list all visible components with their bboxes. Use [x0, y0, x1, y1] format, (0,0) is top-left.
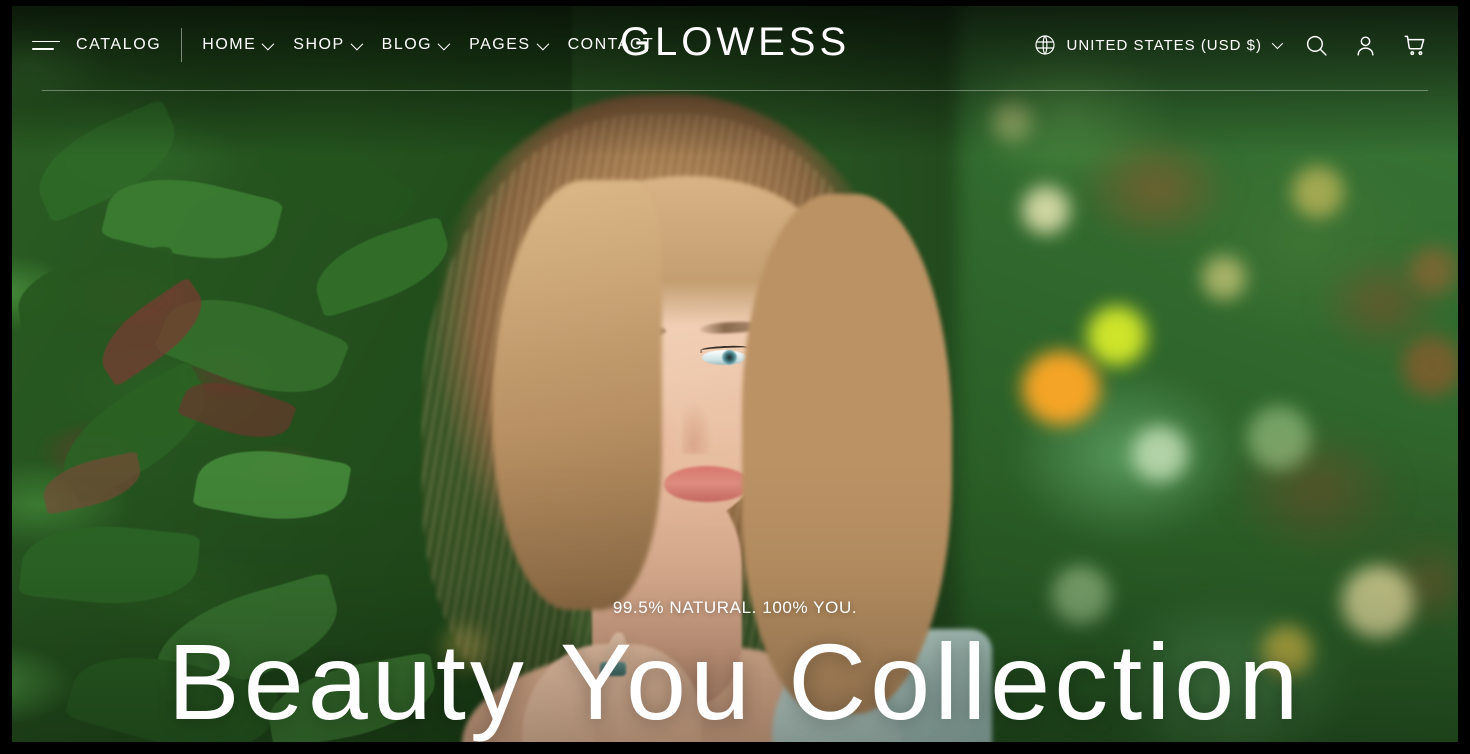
chevron-down-icon [437, 37, 451, 50]
nav-item-blog[interactable]: BLOG [381, 36, 451, 54]
chevron-down-icon [350, 37, 363, 50]
country-selector[interactable]: UNITED STATES (USD $) [1033, 33, 1284, 57]
bokeh-light [1202, 256, 1246, 300]
main-navigation: HOME SHOP BLOG PAGES CONTACT [202, 36, 654, 54]
header-divider [181, 28, 183, 62]
bokeh-light [1087, 306, 1147, 366]
header-bottom-divider [42, 90, 1428, 91]
globe-icon [1034, 35, 1055, 55]
nav-label: BLOG [381, 36, 433, 53]
bokeh-light [1402, 336, 1458, 396]
country-label: UNITED STATES (USD $) [1066, 36, 1262, 54]
hamburger-icon[interactable] [32, 35, 62, 55]
bokeh-light [1022, 186, 1070, 234]
page-frame: CATALOG HOME SHOP BLOG PAGES CONTACT GLO… [0, 0, 1470, 754]
header-left-group: CATALOG HOME SHOP BLOG PAGES CONTACT [12, 28, 654, 62]
chevron-down-icon [536, 37, 549, 50]
hero-headline: Beauty You Collection [167, 621, 1303, 742]
site-viewport: CATALOG HOME SHOP BLOG PAGES CONTACT GLO… [12, 6, 1458, 742]
bokeh-light [1247, 406, 1311, 470]
chevron-down-icon [261, 37, 275, 50]
site-header: CATALOG HOME SHOP BLOG PAGES CONTACT GLO… [12, 6, 1458, 84]
hero-content: 99.5% NATURAL. 100% YOU. Beauty You Coll… [12, 598, 1458, 736]
account-button[interactable] [1353, 33, 1378, 58]
catalog-link[interactable]: CATALOG [76, 36, 161, 54]
model-nose [682, 402, 712, 454]
nav-item-home[interactable]: HOME [202, 36, 275, 54]
search-button[interactable] [1304, 33, 1329, 58]
hero-eyebrow: 99.5% NATURAL. 100% YOU. [612, 598, 858, 617]
nav-item-pages[interactable]: PAGES [469, 36, 549, 54]
cart-icon [1404, 35, 1425, 56]
nav-label: HOME [202, 36, 257, 53]
nav-item-shop[interactable]: SHOP [293, 36, 363, 54]
cart-button[interactable] [1402, 32, 1428, 58]
header-right-group: UNITED STATES (USD $) [1033, 32, 1458, 58]
nav-label: PAGES [469, 36, 531, 53]
bokeh-light [1410, 246, 1458, 294]
model-iris-right [722, 350, 737, 365]
bokeh-light [1292, 166, 1344, 218]
hamburger-bar [32, 48, 54, 50]
hamburger-bar [32, 40, 60, 42]
search-icon [1306, 35, 1327, 56]
bokeh-light [1022, 351, 1100, 425]
site-logo[interactable]: GLOWESS [620, 20, 850, 65]
account-icon [1357, 35, 1374, 56]
chevron-down-icon [1271, 37, 1284, 50]
nav-label: SHOP [293, 36, 345, 53]
